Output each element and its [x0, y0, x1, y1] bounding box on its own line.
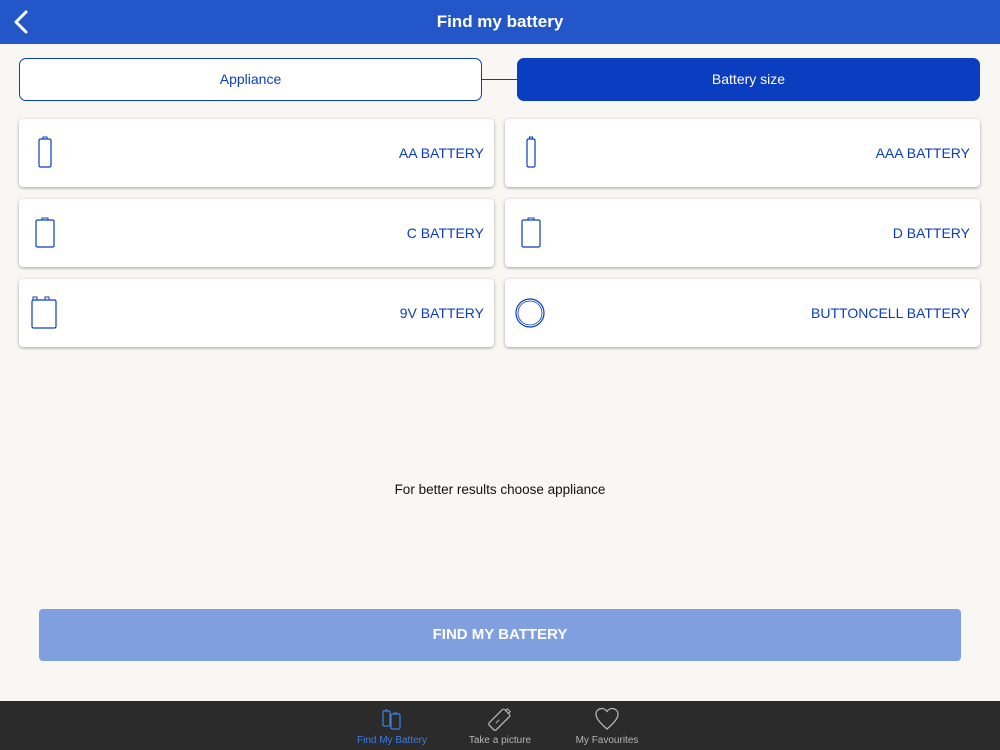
battery-card-aaa[interactable]: AAA BATTERY — [505, 119, 980, 187]
battery-label: BUTTONCELL BATTERY — [811, 305, 970, 321]
battery-label: 9V BATTERY — [399, 305, 484, 321]
hint-text: For better results choose appliance — [394, 482, 606, 497]
battery-label: C BATTERY — [406, 225, 484, 241]
battery-card-c[interactable]: C BATTERY — [19, 199, 494, 267]
battery-card-9v[interactable]: 9V BATTERY — [19, 279, 494, 347]
camera-battery-icon — [488, 708, 511, 731]
9v-battery-icon — [31, 296, 57, 329]
tab-my-favourites[interactable]: My Favourites — [557, 701, 657, 750]
find-my-battery-button[interactable]: FIND MY BATTERY — [39, 609, 961, 661]
battery-card-d[interactable]: D BATTERY — [505, 199, 980, 267]
top-bar: Find my battery — [0, 0, 1000, 44]
battery-label: D BATTERY — [892, 225, 970, 241]
battery-card-aa[interactable]: AA BATTERY — [19, 119, 494, 187]
battery-card-buttoncell[interactable]: BUTTONCELL BATTERY — [505, 279, 980, 347]
battery-label: AA BATTERY — [398, 145, 484, 161]
buttoncell-battery-icon — [515, 298, 545, 328]
tab-label: Find My Battery — [356, 735, 428, 746]
segment-battery-size[interactable]: Battery size — [517, 58, 980, 101]
segment-connector — [482, 79, 518, 80]
heart-icon — [595, 707, 619, 730]
tab-find-my-battery[interactable]: Find My Battery — [342, 701, 442, 750]
aaa-battery-icon — [526, 136, 536, 168]
battery-label: AAA BATTERY — [875, 145, 970, 161]
d-battery-icon — [521, 217, 541, 248]
c-battery-icon — [35, 217, 55, 248]
segment-appliance[interactable]: Appliance — [19, 58, 482, 101]
battery-tab-icon — [382, 709, 401, 730]
tab-bar: Find My Battery Take a picture My Favour… — [0, 701, 1000, 750]
aa-battery-icon — [38, 136, 52, 168]
tab-label: My Favourites — [575, 735, 639, 746]
page-title: Find my battery — [436, 12, 564, 31]
tab-label: Take a picture — [468, 735, 532, 746]
tab-take-a-picture[interactable]: Take a picture — [450, 701, 550, 750]
